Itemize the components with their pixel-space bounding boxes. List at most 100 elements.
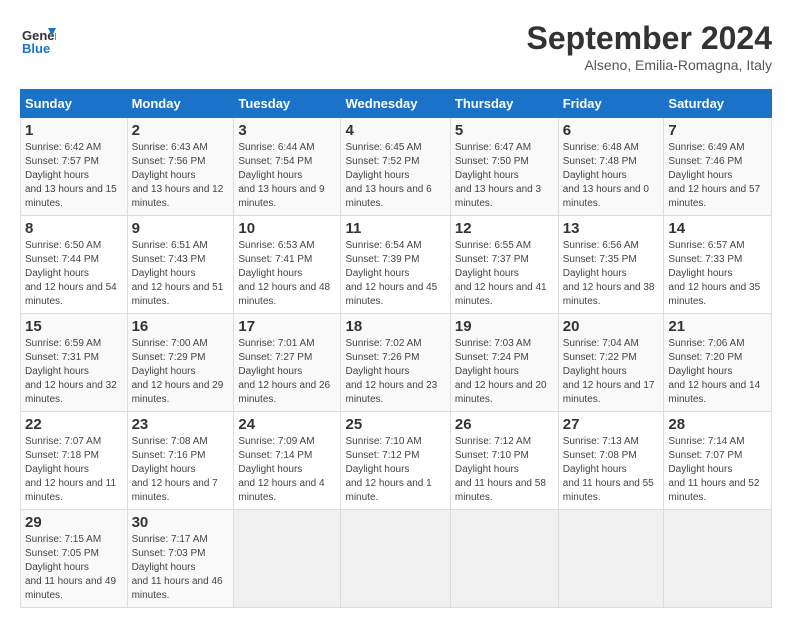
day-info: Sunrise: 7:02 AMSunset: 7:26 PMDaylight … <box>345 337 445 407</box>
calendar-cell: 8Sunrise: 6:50 AMSunset: 7:44 PMDaylight… <box>21 216 128 314</box>
calendar-cell: 17 Sunrise: 7:01 AMSunset: 7:27 PMDayligh… <box>234 314 341 412</box>
day-info: Sunrise: 7:14 AMSunset: 7:07 PMDaylight … <box>668 435 767 505</box>
day-info: Sunrise: 7:03 AMSunset: 7:24 PMDaylight … <box>455 337 554 407</box>
logo: General Blue <box>20 20 60 56</box>
week-row-4: 22 Sunrise: 7:07 AMSunset: 7:18 PMDayligh… <box>21 412 772 510</box>
day-number: 8 <box>25 220 123 237</box>
calendar-cell: 11Sunrise: 6:54 AMSunset: 7:39 PMDayligh… <box>341 216 450 314</box>
calendar-cell: 24Sunrise: 7:09 AMSunset: 7:14 PMDayligh… <box>234 412 341 510</box>
calendar-cell: 13 Sunrise: 6:56 AMSunset: 7:35 PMDayligh… <box>558 216 664 314</box>
day-number: 2 <box>132 122 230 139</box>
page-header: General Blue September 2024 Alseno, Emil… <box>20 20 772 73</box>
week-row-2: 8Sunrise: 6:50 AMSunset: 7:44 PMDaylight… <box>21 216 772 314</box>
day-number: 30 <box>132 514 230 531</box>
calendar-cell <box>450 510 558 608</box>
calendar-cell: 5 Sunrise: 6:47 AMSunset: 7:50 PMDaylight… <box>450 118 558 216</box>
calendar-cell: 15 Sunrise: 6:59 AMSunset: 7:31 PMDayligh… <box>21 314 128 412</box>
week-row-5: 29 Sunrise: 7:15 AMSunset: 7:05 PMDayligh… <box>21 510 772 608</box>
day-info: Sunrise: 6:51 AMSunset: 7:43 PMDaylight … <box>132 239 230 309</box>
calendar-cell: 27Sunrise: 7:13 AMSunset: 7:08 PMDayligh… <box>558 412 664 510</box>
day-number: 4 <box>345 122 445 139</box>
day-number: 19 <box>455 318 554 335</box>
day-number: 5 <box>455 122 554 139</box>
column-header-tuesday: Tuesday <box>234 90 341 118</box>
calendar-cell: 16Sunrise: 7:00 AMSunset: 7:29 PMDayligh… <box>127 314 234 412</box>
day-number: 3 <box>238 122 336 139</box>
day-info: Sunrise: 7:12 AMSunset: 7:10 PMDaylight … <box>455 435 554 505</box>
day-number: 1 <box>25 122 123 139</box>
calendar-cell: 2 Sunrise: 6:43 AMSunset: 7:56 PMDaylight… <box>127 118 234 216</box>
column-header-thursday: Thursday <box>450 90 558 118</box>
calendar-cell <box>664 510 772 608</box>
calendar-cell: 25 Sunrise: 7:10 AMSunset: 7:12 PMDayligh… <box>341 412 450 510</box>
title-area: September 2024 Alseno, Emilia-Romagna, I… <box>527 20 772 73</box>
calendar-cell <box>234 510 341 608</box>
day-number: 15 <box>25 318 123 335</box>
day-number: 22 <box>25 416 123 433</box>
calendar-cell: 7 Sunrise: 6:49 AMSunset: 7:46 PMDaylight… <box>664 118 772 216</box>
calendar-cell: 28Sunrise: 7:14 AMSunset: 7:07 PMDayligh… <box>664 412 772 510</box>
month-title: September 2024 <box>527 20 772 57</box>
day-info: Sunrise: 6:47 AMSunset: 7:50 PMDaylight … <box>455 141 554 211</box>
day-number: 6 <box>563 122 660 139</box>
calendar-cell: 6 Sunrise: 6:48 AMSunset: 7:48 PMDaylight… <box>558 118 664 216</box>
calendar-header-row: SundayMondayTuesdayWednesdayThursdayFrid… <box>21 90 772 118</box>
day-info: Sunrise: 6:48 AMSunset: 7:48 PMDaylight … <box>563 141 660 211</box>
day-number: 9 <box>132 220 230 237</box>
day-number: 7 <box>668 122 767 139</box>
day-number: 18 <box>345 318 445 335</box>
calendar-cell: 14Sunrise: 6:57 AMSunset: 7:33 PMDayligh… <box>664 216 772 314</box>
day-info: Sunrise: 6:53 AMSunset: 7:41 PMDaylight … <box>238 239 336 309</box>
day-info: Sunrise: 6:43 AMSunset: 7:56 PMDaylight … <box>132 141 230 211</box>
day-info: Sunrise: 6:49 AMSunset: 7:46 PMDaylight … <box>668 141 767 211</box>
calendar-cell: 20Sunrise: 7:04 AMSunset: 7:22 PMDayligh… <box>558 314 664 412</box>
column-header-wednesday: Wednesday <box>341 90 450 118</box>
day-info: Sunrise: 7:01 AMSunset: 7:27 PMDaylight … <box>238 337 336 407</box>
day-number: 24 <box>238 416 336 433</box>
column-header-sunday: Sunday <box>21 90 128 118</box>
column-header-monday: Monday <box>127 90 234 118</box>
day-info: Sunrise: 6:44 AMSunset: 7:54 PMDaylight … <box>238 141 336 211</box>
day-info: Sunrise: 7:10 AMSunset: 7:12 PMDaylight … <box>345 435 445 505</box>
location-title: Alseno, Emilia-Romagna, Italy <box>527 57 772 73</box>
column-header-saturday: Saturday <box>664 90 772 118</box>
day-info: Sunrise: 7:06 AMSunset: 7:20 PMDaylight … <box>668 337 767 407</box>
calendar-cell: 4 Sunrise: 6:45 AMSunset: 7:52 PMDaylight… <box>341 118 450 216</box>
day-number: 17 <box>238 318 336 335</box>
day-number: 20 <box>563 318 660 335</box>
calendar-cell: 10 Sunrise: 6:53 AMSunset: 7:41 PMDayligh… <box>234 216 341 314</box>
day-info: Sunrise: 6:55 AMSunset: 7:37 PMDaylight … <box>455 239 554 309</box>
week-row-1: 1 Sunrise: 6:42 AMSunset: 7:57 PMDaylight… <box>21 118 772 216</box>
day-number: 26 <box>455 416 554 433</box>
day-info: Sunrise: 6:59 AMSunset: 7:31 PMDaylight … <box>25 337 123 407</box>
day-number: 14 <box>668 220 767 237</box>
calendar-cell <box>341 510 450 608</box>
column-header-friday: Friday <box>558 90 664 118</box>
day-info: Sunrise: 6:56 AMSunset: 7:35 PMDaylight … <box>563 239 660 309</box>
day-number: 10 <box>238 220 336 237</box>
day-number: 16 <box>132 318 230 335</box>
calendar-cell: 3 Sunrise: 6:44 AMSunset: 7:54 PMDaylight… <box>234 118 341 216</box>
calendar-cell <box>558 510 664 608</box>
calendar-cell: 29 Sunrise: 7:15 AMSunset: 7:05 PMDayligh… <box>21 510 128 608</box>
svg-text:Blue: Blue <box>22 41 50 56</box>
day-info: Sunrise: 7:17 AMSunset: 7:03 PMDaylight … <box>132 533 230 603</box>
calendar-cell: 9 Sunrise: 6:51 AMSunset: 7:43 PMDaylight… <box>127 216 234 314</box>
day-number: 13 <box>563 220 660 237</box>
week-row-3: 15 Sunrise: 6:59 AMSunset: 7:31 PMDayligh… <box>21 314 772 412</box>
day-info: Sunrise: 7:07 AMSunset: 7:18 PMDaylight … <box>25 435 123 505</box>
day-number: 23 <box>132 416 230 433</box>
day-info: Sunrise: 6:45 AMSunset: 7:52 PMDaylight … <box>345 141 445 211</box>
day-number: 25 <box>345 416 445 433</box>
day-number: 12 <box>455 220 554 237</box>
day-number: 27 <box>563 416 660 433</box>
calendar-cell: 23Sunrise: 7:08 AMSunset: 7:16 PMDayligh… <box>127 412 234 510</box>
calendar-cell: 21 Sunrise: 7:06 AMSunset: 7:20 PMDayligh… <box>664 314 772 412</box>
calendar-table: SundayMondayTuesdayWednesdayThursdayFrid… <box>20 89 772 608</box>
day-info: Sunrise: 6:42 AMSunset: 7:57 PMDaylight … <box>25 141 123 211</box>
calendar-cell: 26 Sunrise: 7:12 AMSunset: 7:10 PMDayligh… <box>450 412 558 510</box>
day-info: Sunrise: 7:15 AMSunset: 7:05 PMDaylight … <box>25 533 123 603</box>
day-number: 11 <box>345 220 445 237</box>
day-number: 21 <box>668 318 767 335</box>
day-number: 29 <box>25 514 123 531</box>
